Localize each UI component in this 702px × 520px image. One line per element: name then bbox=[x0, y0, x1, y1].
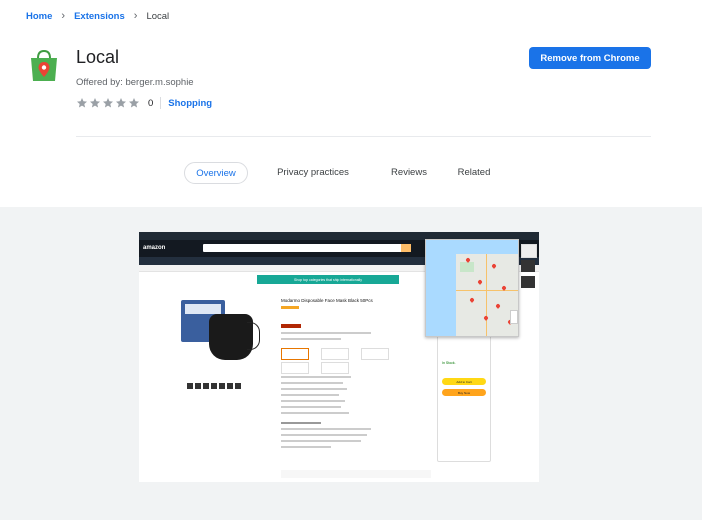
site-search-bar bbox=[203, 244, 403, 252]
spec-line bbox=[281, 394, 339, 396]
tab-reviews[interactable]: Reviews bbox=[384, 162, 434, 182]
star-icon bbox=[77, 98, 87, 108]
map-popup[interactable] bbox=[425, 239, 519, 337]
thumbnail[interactable] bbox=[219, 383, 225, 389]
offered-by-text: Offered by: berger.m.sophie bbox=[76, 77, 194, 88]
mask-box-label bbox=[185, 304, 221, 314]
rating-stars-mini bbox=[281, 306, 299, 309]
color-swatch[interactable] bbox=[281, 348, 309, 360]
spec-line bbox=[281, 388, 347, 390]
color-swatch[interactable] bbox=[321, 362, 349, 374]
map-pin-icon[interactable] bbox=[491, 263, 497, 269]
map-water bbox=[426, 240, 456, 336]
chevron-right-icon: › bbox=[61, 10, 66, 22]
thumbnail[interactable] bbox=[227, 383, 233, 389]
map-pin-icon[interactable] bbox=[477, 279, 483, 285]
color-swatch[interactable] bbox=[321, 348, 349, 360]
remove-from-chrome-button[interactable]: Remove from Chrome bbox=[529, 47, 651, 69]
rating-stars bbox=[76, 97, 141, 109]
star-icon bbox=[103, 98, 113, 108]
extension-title: Local bbox=[76, 47, 120, 67]
product-title: Modarmo Disposable Face Mask Black 50Pcs bbox=[281, 298, 373, 303]
thumbnail[interactable] bbox=[187, 383, 193, 389]
thumbnail[interactable] bbox=[203, 383, 209, 389]
map-pin-icon[interactable] bbox=[469, 297, 475, 303]
price bbox=[281, 324, 301, 328]
product-image bbox=[181, 294, 261, 364]
map-water bbox=[456, 240, 518, 254]
star-icon bbox=[116, 98, 126, 108]
detail-line bbox=[281, 332, 371, 334]
header-divider bbox=[76, 136, 651, 137]
product-thumbnails bbox=[187, 383, 243, 389]
breadcrumb-home-link[interactable]: Home bbox=[26, 11, 52, 22]
spec-line bbox=[281, 428, 371, 430]
spec-table bbox=[281, 376, 371, 452]
rating-row: 0 Shopping bbox=[76, 97, 212, 109]
spec-line bbox=[281, 446, 331, 448]
thumbnail[interactable] bbox=[195, 383, 201, 389]
side-thumbnail[interactable] bbox=[521, 276, 535, 288]
breadcrumb-current: Local bbox=[146, 10, 170, 22]
side-thumbnail[interactable] bbox=[521, 260, 535, 272]
spec-line bbox=[281, 412, 349, 414]
breadcrumb-extensions-link[interactable]: Extensions bbox=[74, 11, 125, 22]
tab-overview[interactable]: Overview bbox=[184, 162, 248, 184]
shopping-bag-pin-logo-icon bbox=[31, 49, 57, 81]
map-pin-icon[interactable] bbox=[495, 303, 501, 309]
tab-privacy-practices[interactable]: Privacy practices bbox=[259, 162, 367, 182]
spec-line bbox=[281, 376, 351, 378]
color-swatch[interactable] bbox=[361, 348, 389, 360]
tab-bar: Overview Privacy practices Reviews Relat… bbox=[184, 162, 494, 184]
spec-line bbox=[281, 422, 321, 424]
add-to-cart-button[interactable]: Add to Cart bbox=[442, 378, 486, 385]
chevron-right-icon: › bbox=[133, 10, 138, 22]
similar-items-row bbox=[281, 470, 431, 478]
spec-line bbox=[281, 400, 345, 402]
spec-line bbox=[281, 434, 367, 436]
buy-box: In Stock. Add to Cart Buy Now bbox=[437, 332, 491, 462]
zoom-controls[interactable] bbox=[510, 310, 518, 324]
spec-line bbox=[281, 382, 343, 384]
thumbnail[interactable] bbox=[211, 383, 217, 389]
site-logo: amazon bbox=[143, 245, 166, 251]
category-link[interactable]: Shopping bbox=[168, 98, 212, 109]
spec-line bbox=[281, 440, 361, 442]
site-search-button bbox=[401, 244, 411, 252]
map-park bbox=[460, 262, 474, 272]
map-road bbox=[456, 290, 518, 291]
tab-related[interactable]: Related bbox=[454, 162, 494, 182]
gallery-screenshot[interactable]: amazon Shop top categories that ship int… bbox=[139, 232, 539, 482]
map-road bbox=[486, 254, 487, 336]
star-icon bbox=[129, 98, 139, 108]
buy-now-button[interactable]: Buy Now bbox=[442, 389, 486, 396]
spec-line bbox=[281, 406, 341, 408]
divider bbox=[160, 97, 162, 109]
side-thumbnail[interactable] bbox=[521, 244, 537, 258]
thumbnail[interactable] bbox=[235, 383, 241, 389]
promo-banner: Shop top categories that ship internatio… bbox=[257, 275, 399, 284]
rating-count[interactable]: 0 bbox=[148, 98, 153, 109]
detail-line bbox=[281, 338, 341, 340]
color-swatch[interactable] bbox=[281, 362, 309, 374]
in-stock-text: In Stock. bbox=[442, 361, 456, 365]
map-pin-icon[interactable] bbox=[483, 315, 489, 321]
breadcrumb: Home › Extensions › Local bbox=[26, 10, 169, 22]
mask-strap bbox=[247, 322, 260, 350]
star-icon bbox=[90, 98, 100, 108]
